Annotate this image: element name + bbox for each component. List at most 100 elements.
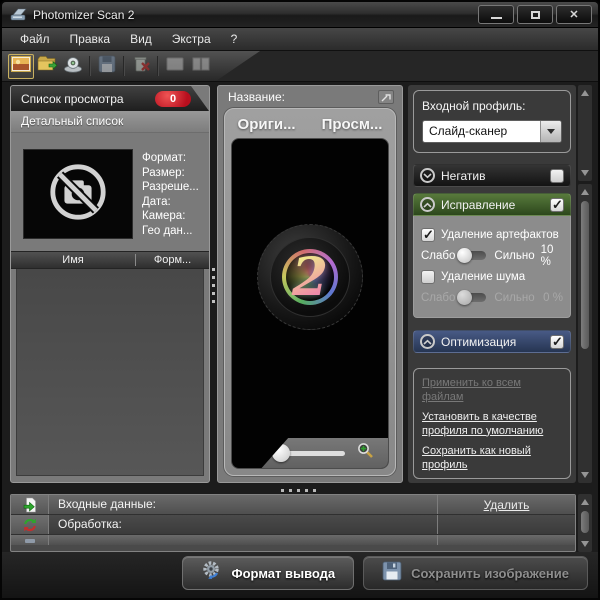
metadata-labels: Формат: Размер: Разреше... Дата: Камера:… [142,149,199,239]
profile-selected-value: Слайд-сканер [429,124,508,138]
logo-numeral: 2 [257,224,363,330]
zoom-in-icon[interactable] [357,442,374,464]
noise-removal-label: Удаление шума [441,270,526,283]
save-button[interactable] [94,54,120,79]
menu-edit[interactable]: Правка [60,28,121,51]
profile-combobox[interactable]: Слайд-сканер [422,120,562,143]
toolbar [2,51,598,82]
correction-checkbox[interactable] [550,197,564,213]
scroll-down-icon[interactable] [581,541,589,547]
input-data-icon [11,495,49,514]
scroll-down-icon[interactable] [581,472,589,478]
table-row: Входные данные: Удалить [11,495,575,515]
scroll-up-icon[interactable] [581,90,589,96]
file-list[interactable] [16,269,204,476]
tab-preview[interactable]: Просм... [322,116,383,133]
delete-link[interactable]: Удалить [484,498,530,512]
popout-icon[interactable] [378,90,394,104]
expand-chevron-icon[interactable] [420,168,435,183]
noise-removal-checkbox[interactable] [421,269,435,284]
image-icon [11,55,31,77]
add-image-button[interactable] [8,53,34,79]
section-negative[interactable]: Негатив [413,164,571,187]
optimization-checkbox[interactable] [550,334,564,350]
close-button[interactable]: ✕ [556,5,592,24]
maximize-button[interactable] [517,5,553,24]
scroll-up-icon[interactable] [581,499,589,505]
menu-bar: Файл Правка Вид Экстра ? [2,28,598,51]
save-image-button[interactable]: Сохранить изображение [363,556,588,590]
meta-resolution: Разреше... [142,181,199,193]
output-icon [11,535,49,545]
menu-extra[interactable]: Экстра [162,28,221,51]
artifact-strength-value: 10 % [540,243,554,268]
toolbar-separator [123,56,125,76]
browse-list-label: Список просмотра [21,91,124,106]
zoom-slider-knob[interactable] [272,443,290,462]
trash-delete-icon [132,55,151,78]
job-status-panel: Входные данные: Удалить Обработка: [2,494,598,552]
gears-icon [201,560,223,587]
meta-geo: Гео дан... [142,224,193,237]
title-bar: Photomizer Scan 2 ✕ [2,2,598,28]
scroll-down-icon[interactable] [581,170,589,176]
browse-list-panel: Список просмотра 0 Детальный список Форм… [10,85,210,483]
zoom-slider[interactable] [272,443,345,462]
column-header-format[interactable]: Форм... [136,254,209,266]
section-optimization-label: Оптимизация [441,334,517,349]
input-data-label: Входные данные: [49,495,437,514]
view-mode-selector[interactable]: Детальный список [11,111,209,133]
scroll-up-icon[interactable] [581,189,589,195]
negative-checkbox[interactable] [550,168,564,183]
single-view-button[interactable] [162,54,188,79]
meta-camera: Камера: [142,210,186,222]
processing-label: Обработка: [49,515,437,534]
bottom-splitter[interactable] [2,487,598,494]
column-header-name[interactable]: Имя [11,254,135,266]
sections-scrollbar[interactable] [578,184,592,483]
menu-file[interactable]: Файл [10,28,60,51]
artifact-strength-slider[interactable] [457,248,487,263]
delete-button[interactable] [128,54,154,79]
chevron-down-icon [547,129,555,134]
scrollbar-thumb[interactable] [581,201,589,349]
image-canvas: 2 [231,138,389,469]
single-pane-icon [166,57,184,76]
slider-max-label: Сильно [494,249,535,262]
section-correction[interactable]: Исправление [413,193,571,216]
save-new-profile-link[interactable]: Сохранить как новый профиль [422,445,562,472]
artifact-removal-checkbox[interactable] [421,227,435,243]
app-window: Photomizer Scan 2 ✕ Файл Правка Вид Экст… [0,0,600,600]
scan-source-button[interactable] [60,54,86,79]
split-pane-icon [192,57,210,76]
job-scrollbar[interactable] [578,494,592,552]
table-row-partial [11,535,575,545]
collapse-chevron-icon[interactable] [420,334,435,349]
meta-size: Размер: [142,166,185,179]
toolbar-separator [157,56,159,76]
minimize-button[interactable] [478,5,514,24]
split-view-button[interactable] [188,54,214,79]
scrollbar-thumb[interactable] [581,511,589,533]
menu-view[interactable]: Вид [120,28,162,51]
set-default-profile-link[interactable]: Установить в качестве профиля по умолчан… [422,411,562,438]
left-splitter[interactable] [210,85,217,483]
meta-format: Формат: [142,152,187,164]
zoom-out-icon[interactable] [261,442,263,464]
open-folder-icon [37,55,58,77]
open-folder-button[interactable] [34,54,60,79]
section-optimization[interactable]: Оптимизация [413,330,571,353]
tab-original[interactable]: Ориги... [238,116,296,133]
main-area: Список просмотра 0 Детальный список Форм… [2,82,598,487]
output-format-button[interactable]: Формат вывода [181,556,355,590]
preview-panel: Название: Ориги... Просм... 2 [217,85,403,483]
collapse-chevron-icon[interactable] [420,197,435,212]
section-negative-label: Негатив [441,168,486,183]
image-viewer-frame: Ориги... Просм... 2 [224,108,396,476]
combobox-dropdown-button[interactable] [540,121,561,142]
save-icon [98,55,116,78]
profile-scrollbar[interactable] [578,85,592,181]
menu-help[interactable]: ? [221,28,248,51]
tab-browse-list[interactable]: Список просмотра 0 [11,86,209,111]
slider-knob[interactable] [457,248,473,263]
